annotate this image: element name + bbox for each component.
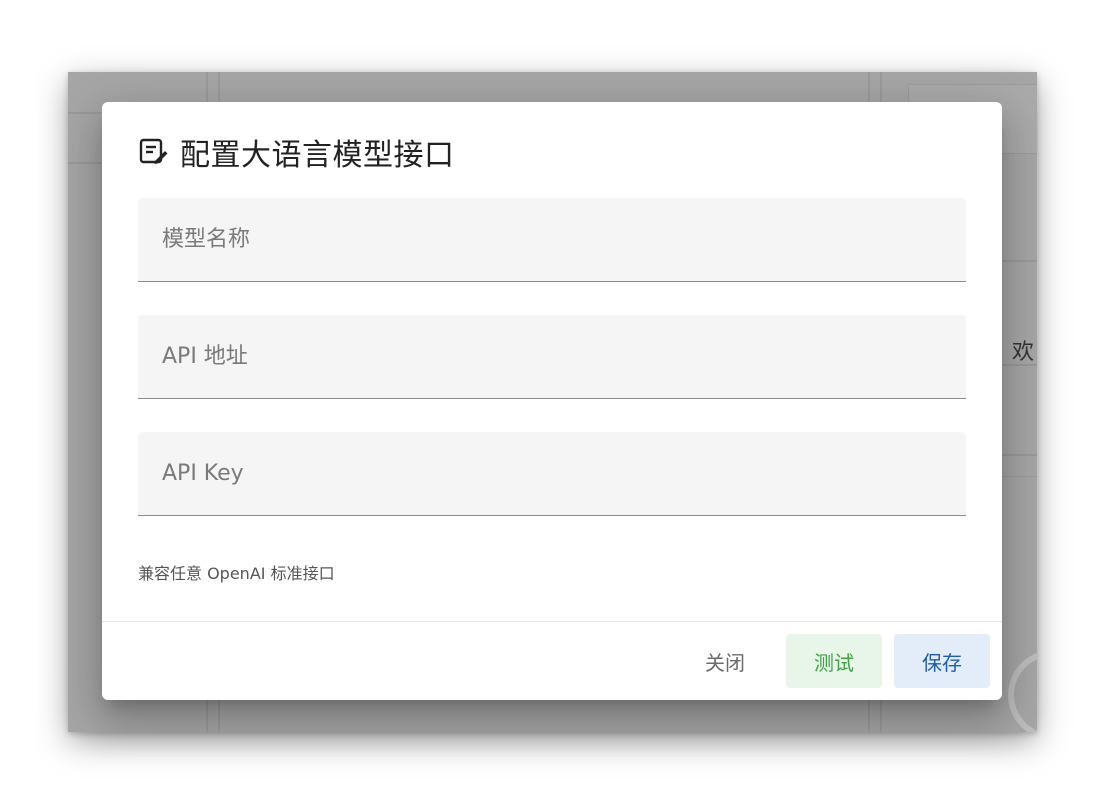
api-url-field[interactable] [138, 315, 966, 399]
api-url-input[interactable] [138, 315, 966, 398]
close-button[interactable]: 关闭 [690, 634, 760, 688]
edit-note-icon [138, 136, 170, 168]
compatibility-hint: 兼容任意 OpenAI 标准接口 [138, 564, 335, 583]
api-key-field[interactable] [138, 432, 966, 516]
footer-divider [102, 621, 1002, 622]
api-key-input[interactable] [138, 432, 966, 515]
dialog-title-row: 配置大语言模型接口 [138, 132, 455, 173]
bg-circle-decoration [1008, 650, 1037, 732]
save-button[interactable]: 保存 [894, 634, 990, 688]
model-name-input[interactable] [138, 198, 966, 281]
model-name-field[interactable] [138, 198, 966, 282]
dialog-title: 配置大语言模型接口 [180, 138, 455, 173]
llm-config-dialog: 配置大语言模型接口 兼容任意 OpenAI 标准接口 关闭 测试 保存 [102, 102, 1002, 700]
test-button[interactable]: 测试 [786, 634, 882, 688]
bg-partial-text: 欢 [1012, 340, 1035, 365]
